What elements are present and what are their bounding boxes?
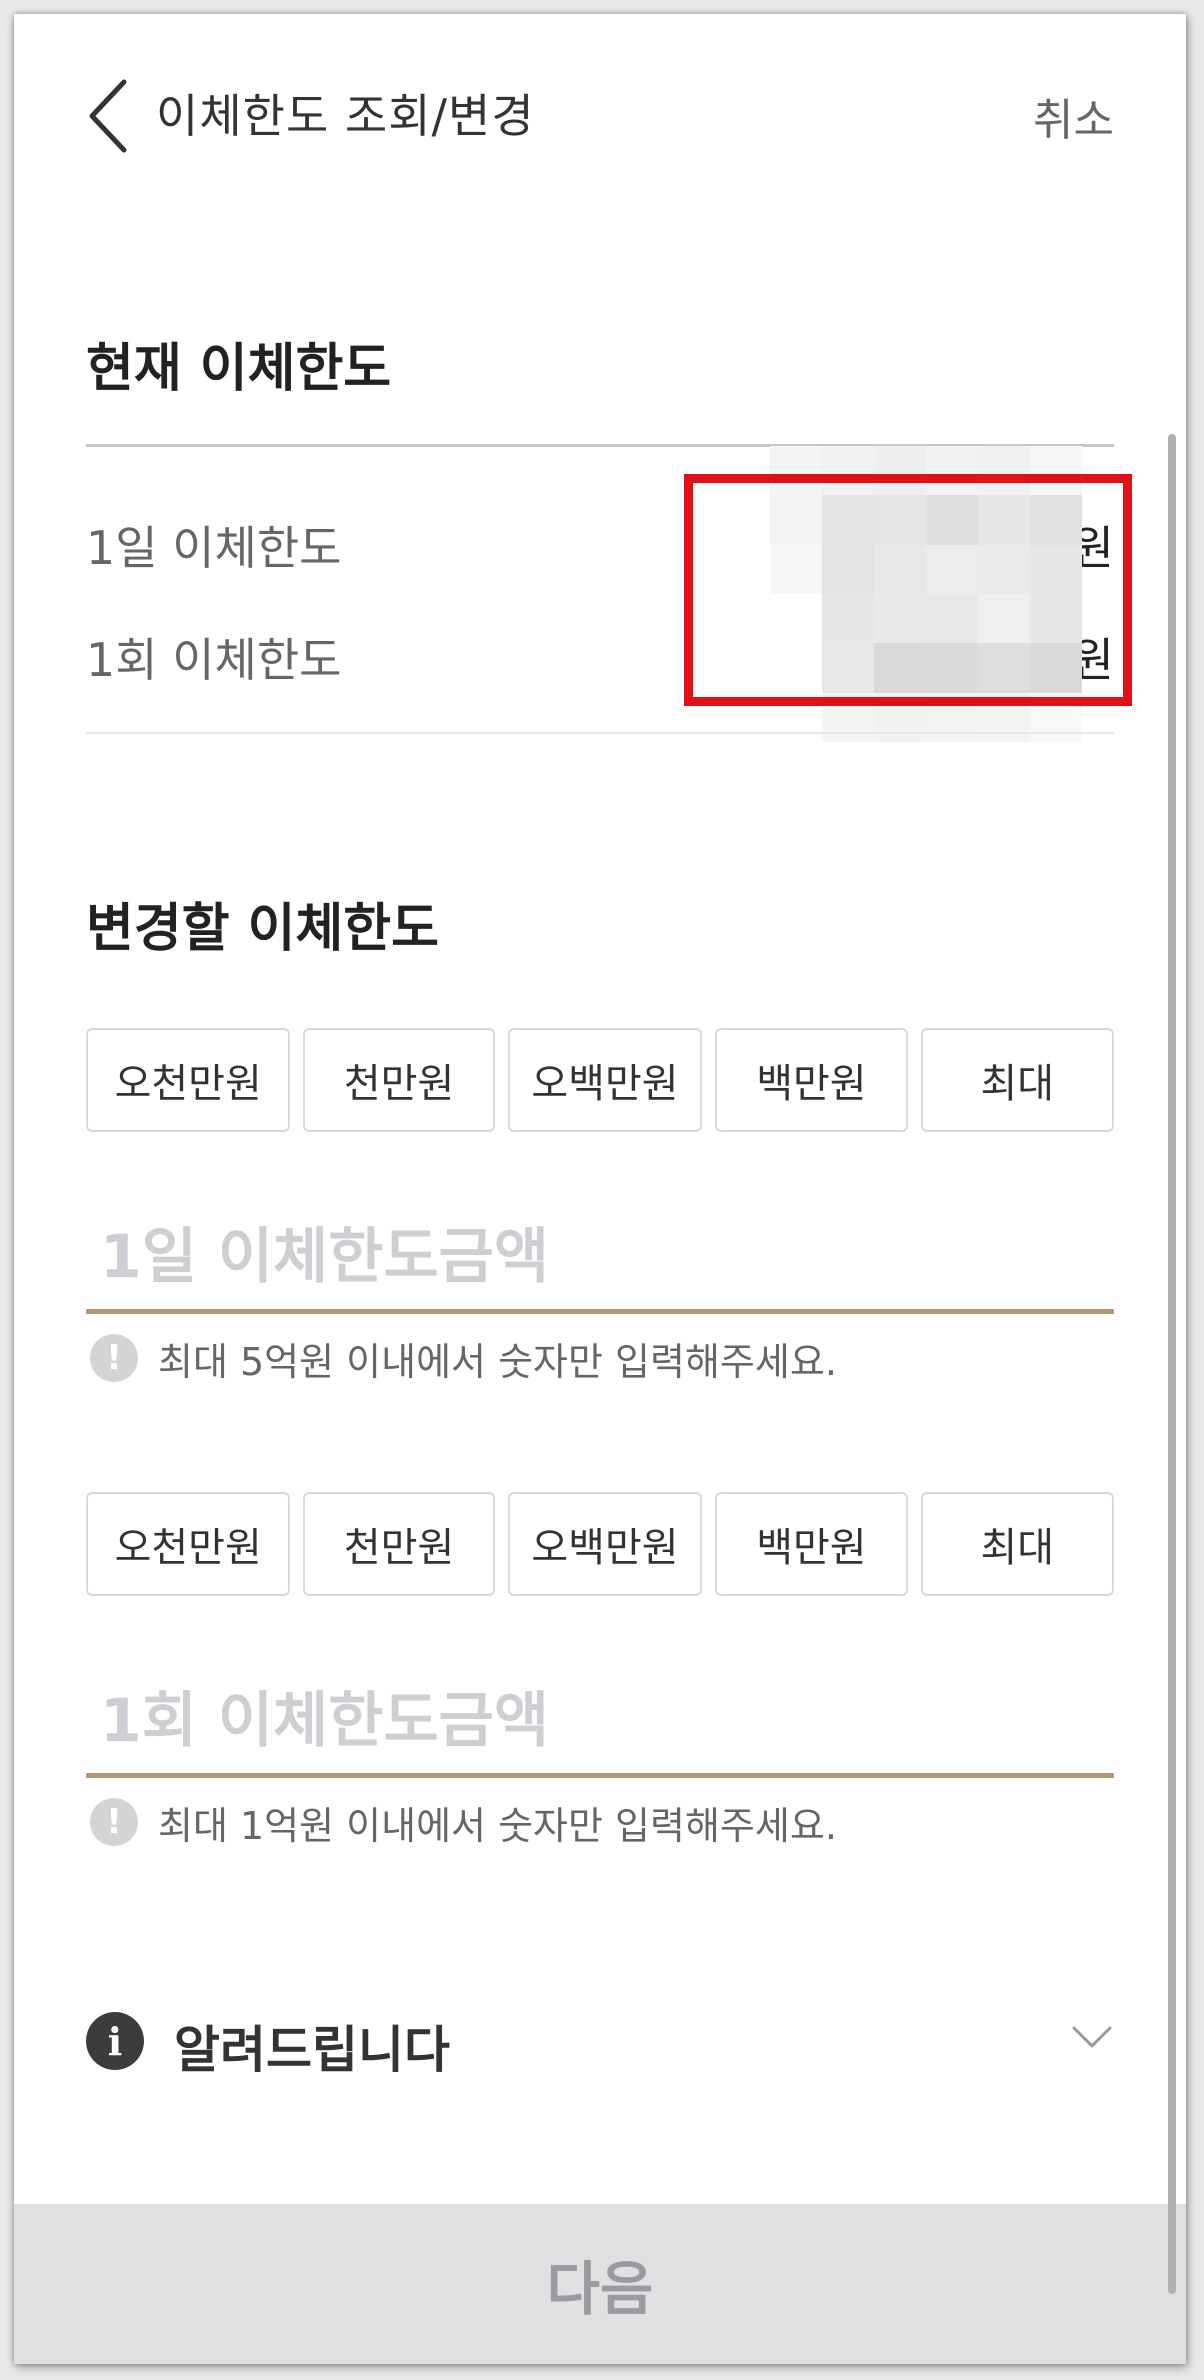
quick-amount-button[interactable]: 오백만원 [507, 1492, 703, 1596]
once-quick-amount-buttons: 오천만원 천만원 오백만원 백만원 최대 [86, 1492, 1114, 1596]
quick-amount-button[interactable]: 오백만원 [507, 1028, 703, 1132]
quick-amount-button[interactable]: 백만원 [715, 1028, 908, 1132]
app-screen: 이체한도 조회/변경 취소 현재 이체한도 1일 이체한도 원 1회 이체한도 … [14, 14, 1186, 2364]
notice-accordion[interactable]: i 알려드립니다 [86, 2004, 1114, 2084]
once-limit-hint: ! 최대 1억원 이내에서 숫자만 입력해주세요. [90, 1794, 837, 1850]
quick-amount-button[interactable]: 오천만원 [86, 1492, 291, 1596]
page-title: 이체한도 조회/변경 [156, 89, 535, 143]
quick-amount-button[interactable]: 백만원 [715, 1492, 908, 1596]
exclamation-icon: ! [90, 1798, 138, 1846]
quick-amount-button-max[interactable]: 최대 [920, 1028, 1114, 1132]
quick-amount-button[interactable]: 천만원 [303, 1492, 495, 1596]
once-limit-label: 1회 이체한도 [86, 633, 342, 687]
daily-limit-label: 1일 이체한도 [86, 521, 342, 575]
exclamation-icon: ! [90, 1334, 138, 1382]
cancel-button[interactable]: 취소 [1033, 84, 1114, 148]
daily-limit-input[interactable] [86, 1204, 1114, 1314]
scrollbar[interactable] [1168, 434, 1176, 2294]
quick-amount-button[interactable]: 천만원 [303, 1028, 495, 1132]
quick-amount-button[interactable]: 오천만원 [86, 1028, 291, 1132]
top-bar: 이체한도 조회/변경 취소 [14, 14, 1186, 184]
daily-quick-amount-buttons: 오천만원 천만원 오백만원 백만원 최대 [86, 1028, 1114, 1132]
info-icon: i [86, 2012, 144, 2070]
change-limit-heading: 변경할 이체한도 [86, 899, 439, 959]
next-button[interactable]: 다음 [14, 2204, 1186, 2364]
notice-label: 알려드립니다 [174, 2021, 450, 2079]
daily-limit-hint-text: 최대 5억원 이내에서 숫자만 입력해주세요. [158, 1339, 837, 1384]
once-limit-hint-text: 최대 1억원 이내에서 숫자만 입력해주세요. [158, 1803, 837, 1848]
quick-amount-button-max[interactable]: 최대 [920, 1492, 1114, 1596]
divider [86, 732, 1114, 734]
once-limit-input[interactable] [86, 1668, 1114, 1778]
current-limit-heading: 현재 이체한도 [86, 339, 392, 399]
redaction-highlight-box [684, 474, 1132, 706]
chevron-down-icon[interactable] [1070, 2014, 1114, 2058]
daily-limit-hint: ! 최대 5억원 이내에서 숫자만 입력해주세요. [90, 1330, 837, 1386]
chevron-left-icon[interactable] [84, 76, 134, 156]
